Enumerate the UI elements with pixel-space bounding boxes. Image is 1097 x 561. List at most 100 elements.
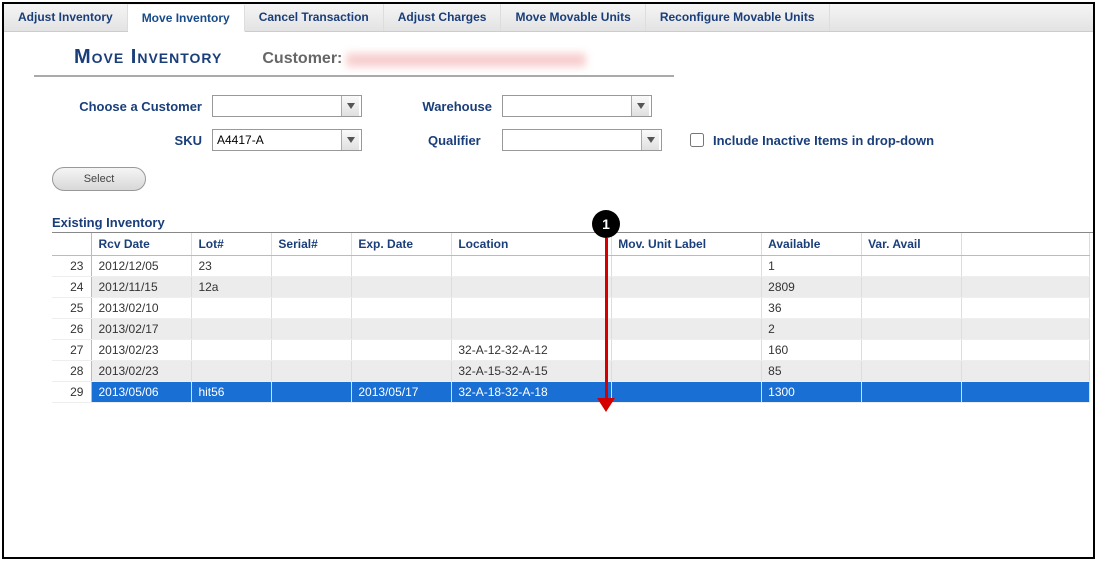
filter-form: Choose a Customer Warehouse SKU Qualifie xyxy=(52,95,1093,191)
table-cell: 36 xyxy=(762,298,862,319)
page-header: Move Inventory Customer: xyxy=(34,32,674,77)
table-cell: 32-A-12-32-A-12 xyxy=(452,340,612,361)
table-cell: 27 xyxy=(52,340,92,361)
table-cell xyxy=(272,361,352,382)
table-cell: 26 xyxy=(52,319,92,340)
table-row[interactable]: 292013/05/06hit562013/05/1732-A-18-32-A-… xyxy=(52,382,1090,403)
col-header[interactable]: Exp. Date xyxy=(352,233,452,256)
table-cell xyxy=(192,319,272,340)
table-cell: 2 xyxy=(762,319,862,340)
table-cell xyxy=(862,382,962,403)
table-cell xyxy=(612,382,762,403)
inventory-table-wrap: Rcv DateLot#Serial#Exp. DateLocationMov.… xyxy=(52,232,1093,403)
table-cell xyxy=(272,256,352,277)
table-cell xyxy=(192,361,272,382)
choose-customer-combo[interactable] xyxy=(212,95,362,117)
warehouse-combo[interactable] xyxy=(502,95,652,117)
tab-move-inventory[interactable]: Move Inventory xyxy=(128,5,245,32)
table-row[interactable]: 262013/02/172 xyxy=(52,319,1090,340)
table-cell: 23 xyxy=(192,256,272,277)
sku-input[interactable] xyxy=(213,130,341,150)
col-header[interactable]: Var. Avail xyxy=(862,233,962,256)
sku-label: SKU xyxy=(52,133,202,148)
table-cell xyxy=(452,319,612,340)
table-cell xyxy=(962,361,1090,382)
table-cell xyxy=(192,298,272,319)
customer-name-redacted xyxy=(346,53,586,67)
table-cell xyxy=(612,277,762,298)
table-header-row: Rcv DateLot#Serial#Exp. DateLocationMov.… xyxy=(52,233,1090,256)
table-cell xyxy=(962,277,1090,298)
table-cell: 2013/02/23 xyxy=(92,340,192,361)
table-cell xyxy=(352,277,452,298)
qualifier-combo[interactable] xyxy=(502,129,662,151)
qualifier-input[interactable] xyxy=(503,130,641,150)
table-cell xyxy=(272,298,352,319)
table-cell xyxy=(962,382,1090,403)
chevron-down-icon[interactable] xyxy=(341,130,359,150)
table-cell: 24 xyxy=(52,277,92,298)
table-cell: 28 xyxy=(52,361,92,382)
col-header[interactable]: Mov. Unit Label xyxy=(612,233,762,256)
col-header[interactable]: Available xyxy=(762,233,862,256)
table-cell xyxy=(272,319,352,340)
table-cell xyxy=(452,298,612,319)
col-header[interactable] xyxy=(962,233,1090,256)
table-cell xyxy=(192,340,272,361)
table-cell xyxy=(272,340,352,361)
table-cell xyxy=(272,382,352,403)
table-cell xyxy=(352,298,452,319)
table-cell xyxy=(452,277,612,298)
table-cell xyxy=(352,340,452,361)
tab-reconfigure-movable-units[interactable]: Reconfigure Movable Units xyxy=(646,4,830,31)
chevron-down-icon[interactable] xyxy=(631,96,649,116)
chevron-down-icon[interactable] xyxy=(641,130,659,150)
table-row[interactable]: 272013/02/2332-A-12-32-A-12160 xyxy=(52,340,1090,361)
chevron-down-icon[interactable] xyxy=(341,96,359,116)
col-header[interactable]: Location xyxy=(452,233,612,256)
table-cell: 25 xyxy=(52,298,92,319)
tab-move-movable-units[interactable]: Move Movable Units xyxy=(501,4,645,31)
choose-customer-input[interactable] xyxy=(213,96,341,116)
table-cell: hit56 xyxy=(192,382,272,403)
table-row[interactable]: 282013/02/2332-A-15-32-A-1585 xyxy=(52,361,1090,382)
table-cell xyxy=(612,340,762,361)
sku-combo[interactable] xyxy=(212,129,362,151)
select-button[interactable]: Select xyxy=(52,167,146,191)
table-cell xyxy=(612,319,762,340)
col-header[interactable]: Serial# xyxy=(272,233,352,256)
table-cell xyxy=(612,256,762,277)
warehouse-input[interactable] xyxy=(503,96,631,116)
customer-label: Customer: xyxy=(262,50,342,67)
table-row[interactable]: 252013/02/10 36 xyxy=(52,298,1090,319)
table-row[interactable]: 232012/12/0523 1 xyxy=(52,256,1090,277)
page-title: Move Inventory xyxy=(74,46,222,69)
table-cell xyxy=(962,340,1090,361)
tab-adjust-charges[interactable]: Adjust Charges xyxy=(384,4,502,31)
table-cell xyxy=(862,256,962,277)
table-cell: 2013/05/06 xyxy=(92,382,192,403)
table-cell: 23 xyxy=(52,256,92,277)
include-inactive-checkbox[interactable]: Include Inactive Items in drop-down xyxy=(686,130,934,150)
include-inactive-input[interactable] xyxy=(690,133,704,147)
col-header[interactable] xyxy=(52,233,92,256)
col-header[interactable]: Rcv Date xyxy=(92,233,192,256)
table-cell: 1 xyxy=(762,256,862,277)
table-cell: 2012/12/05 xyxy=(92,256,192,277)
table-cell: 1300 xyxy=(762,382,862,403)
col-header[interactable]: Lot# xyxy=(192,233,272,256)
table-cell xyxy=(352,256,452,277)
qualifier-label: Qualifier xyxy=(402,133,492,148)
table-cell xyxy=(962,319,1090,340)
customer-label-group: Customer: xyxy=(262,50,585,68)
table-row[interactable]: 242012/11/1512a2809 xyxy=(52,277,1090,298)
table-cell: 2809 xyxy=(762,277,862,298)
tab-bar: Adjust InventoryMove InventoryCancel Tra… xyxy=(4,4,1093,32)
table-cell xyxy=(272,277,352,298)
table-cell: 2013/02/10 xyxy=(92,298,192,319)
table-cell xyxy=(862,361,962,382)
tab-adjust-inventory[interactable]: Adjust Inventory xyxy=(4,4,128,31)
tab-cancel-transaction[interactable]: Cancel Transaction xyxy=(245,4,384,31)
table-cell xyxy=(862,340,962,361)
table-cell: 29 xyxy=(52,382,92,403)
